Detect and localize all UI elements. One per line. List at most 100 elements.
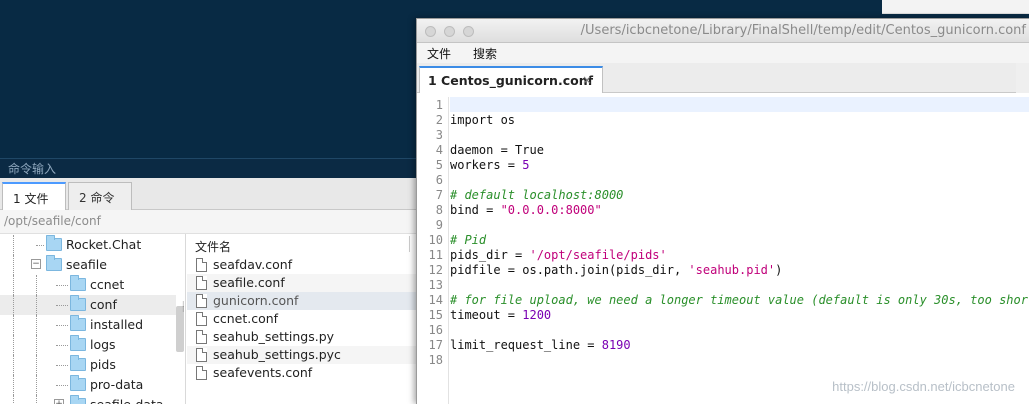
file-row[interactable]: seafdav.conf [187,256,420,274]
folder-icon [70,375,86,391]
line-number: 3 [435,128,443,142]
zoom-window-icon[interactable] [463,26,474,37]
watermark-text: https://blog.csdn.net/icbcnetone [832,379,1015,394]
tree-item-seafile-data[interactable]: + seafile-data [0,395,176,404]
tab-label: 1 Centos_gunicorn.conf [428,73,594,88]
editor-window: /Users/icbcnetone/Library/FinalShell/tem… [416,18,1029,404]
folder-icon [46,235,62,251]
code-token: timeout = [450,308,523,322]
code-line[interactable]: pids_dir = '/opt/seafile/pids' [450,248,667,262]
close-tab-icon[interactable]: × [582,73,592,87]
folder-icon [70,315,86,331]
menu-file[interactable]: 文件 [427,45,451,62]
tree-item-seafile[interactable]: − seafile [0,255,176,275]
line-number: 7 [435,188,443,202]
code-line[interactable]: # Pid [450,233,486,247]
code-line[interactable]: pidfile = os.path.join(pids_dir, 'seahub… [450,263,782,277]
line-number: 17 [428,338,443,352]
column-header-filename[interactable]: 文件名 [195,238,231,255]
file-row[interactable]: seahub_settings.pyc [187,346,420,364]
code-token: limit_request_line = [450,338,602,352]
folder-icon [70,355,86,371]
code-line[interactable]: # for file upload, we need a longer time… [450,293,1029,307]
tab-files[interactable]: 1 文件 [2,182,66,210]
code-line[interactable]: bind = "0.0.0.0:8000" [450,203,602,217]
line-number: 15 [428,308,443,322]
code-token: workers = [450,158,523,172]
line-number: 13 [428,278,443,292]
window-title: /Users/icbcnetone/Library/FinalShell/tem… [580,23,1026,38]
folder-icon [70,275,86,291]
file-icon [196,258,207,272]
editor-menubar: 文件 搜索 [417,43,1029,63]
close-window-icon[interactable] [425,26,436,37]
code-editor[interactable]: 1 2 3 4 5 6 7 8 9 10 11 12 13 14 15 16 17 18 import os dae… [417,97,1029,404]
code-token: ) [775,263,783,277]
code-line[interactable]: timeout = 1200 [450,308,551,322]
line-number: 4 [435,143,443,157]
code-line[interactable]: limit_request_line = 8190 [450,338,631,352]
line-number: 11 [428,248,443,262]
code-line[interactable]: daemon = True [450,143,544,157]
file-icon [196,366,207,380]
code-token: import os [450,113,516,127]
code-line[interactable]: import os [450,113,515,127]
line-number: 1 [435,98,443,112]
code-token: pidfile = os.path.join(pids_dir, [450,263,689,277]
code-token: 'seahub.pid' [688,263,776,277]
minimize-window-icon[interactable] [444,26,455,37]
line-number: 18 [428,353,443,367]
code-token: 8190 [601,338,631,352]
folder-open-icon [46,255,62,271]
code-token: # Pid [450,233,487,247]
file-row[interactable]: gunicorn.conf [187,292,420,310]
folder-icon [70,395,86,404]
tree-item-installed[interactable]: installed [0,315,176,335]
line-number: 2 [435,113,443,127]
line-number: 16 [428,323,443,337]
tab-scroll-area[interactable] [1016,63,1029,93]
path-field[interactable]: /opt/seafile/conf [0,210,420,234]
file-row[interactable]: seahub_settings.py [187,328,420,346]
tab-centos-gunicorn-conf[interactable]: 1 Centos_gunicorn.conf × [419,66,603,93]
code-token: daemon = True [450,143,544,157]
line-number: 10 [428,233,443,247]
menu-search[interactable]: 搜索 [473,45,497,62]
splitter-handle[interactable]: ⁝ ⁝ [182,301,186,318]
folder-icon [70,335,86,351]
line-number: 5 [435,158,443,172]
background-toolbar-strip [882,0,1029,14]
tree-item-conf[interactable]: conf [0,295,176,315]
file-row[interactable]: seafevents.conf [187,364,420,382]
tree-item-logs[interactable]: logs [0,335,176,355]
code-token: # for file upload, we need a longer time… [450,293,1029,307]
current-line-highlight [450,97,1029,112]
file-icon [196,330,207,344]
code-token: 5 [522,158,530,172]
line-number: 12 [428,263,443,277]
file-icon [196,312,207,326]
command-input-bar[interactable]: 命令输入 [0,158,420,178]
file-row[interactable]: ccnet.conf [187,310,420,328]
file-icon [196,276,207,290]
tree-item-pids[interactable]: pids [0,355,176,375]
file-row[interactable]: seafile.conf [187,274,420,292]
code-line[interactable]: # default localhost:8000 [450,188,623,202]
tree-item-ccnet[interactable]: ccnet [0,275,176,295]
expand-toggle-icon[interactable]: + [54,399,64,404]
editor-titlebar[interactable]: /Users/icbcnetone/Library/FinalShell/tem… [417,19,1029,43]
code-line[interactable]: workers = 5 [450,158,529,172]
tab-commands[interactable]: 2 命令 [68,182,132,210]
editor-tab-bar: 1 Centos_gunicorn.conf × [417,63,1029,93]
directory-tree: Rocket.Chat − seafile ccnet conf install… [0,234,186,404]
line-number: 9 [435,218,443,232]
line-number: 14 [428,293,443,307]
tree-item-pro-data[interactable]: pro-data [0,375,176,395]
code-token: '/opt/seafile/pids' [529,248,667,262]
collapse-toggle-icon[interactable]: − [31,259,41,269]
tree-item-rocket-chat[interactable]: Rocket.Chat [0,235,176,255]
code-token: pids_dir = [450,248,530,262]
code-token: bind = [450,203,501,217]
column-divider[interactable] [409,236,410,252]
file-list: 文件名 seafdav.conf seafile.conf gunicorn.c… [187,234,420,404]
